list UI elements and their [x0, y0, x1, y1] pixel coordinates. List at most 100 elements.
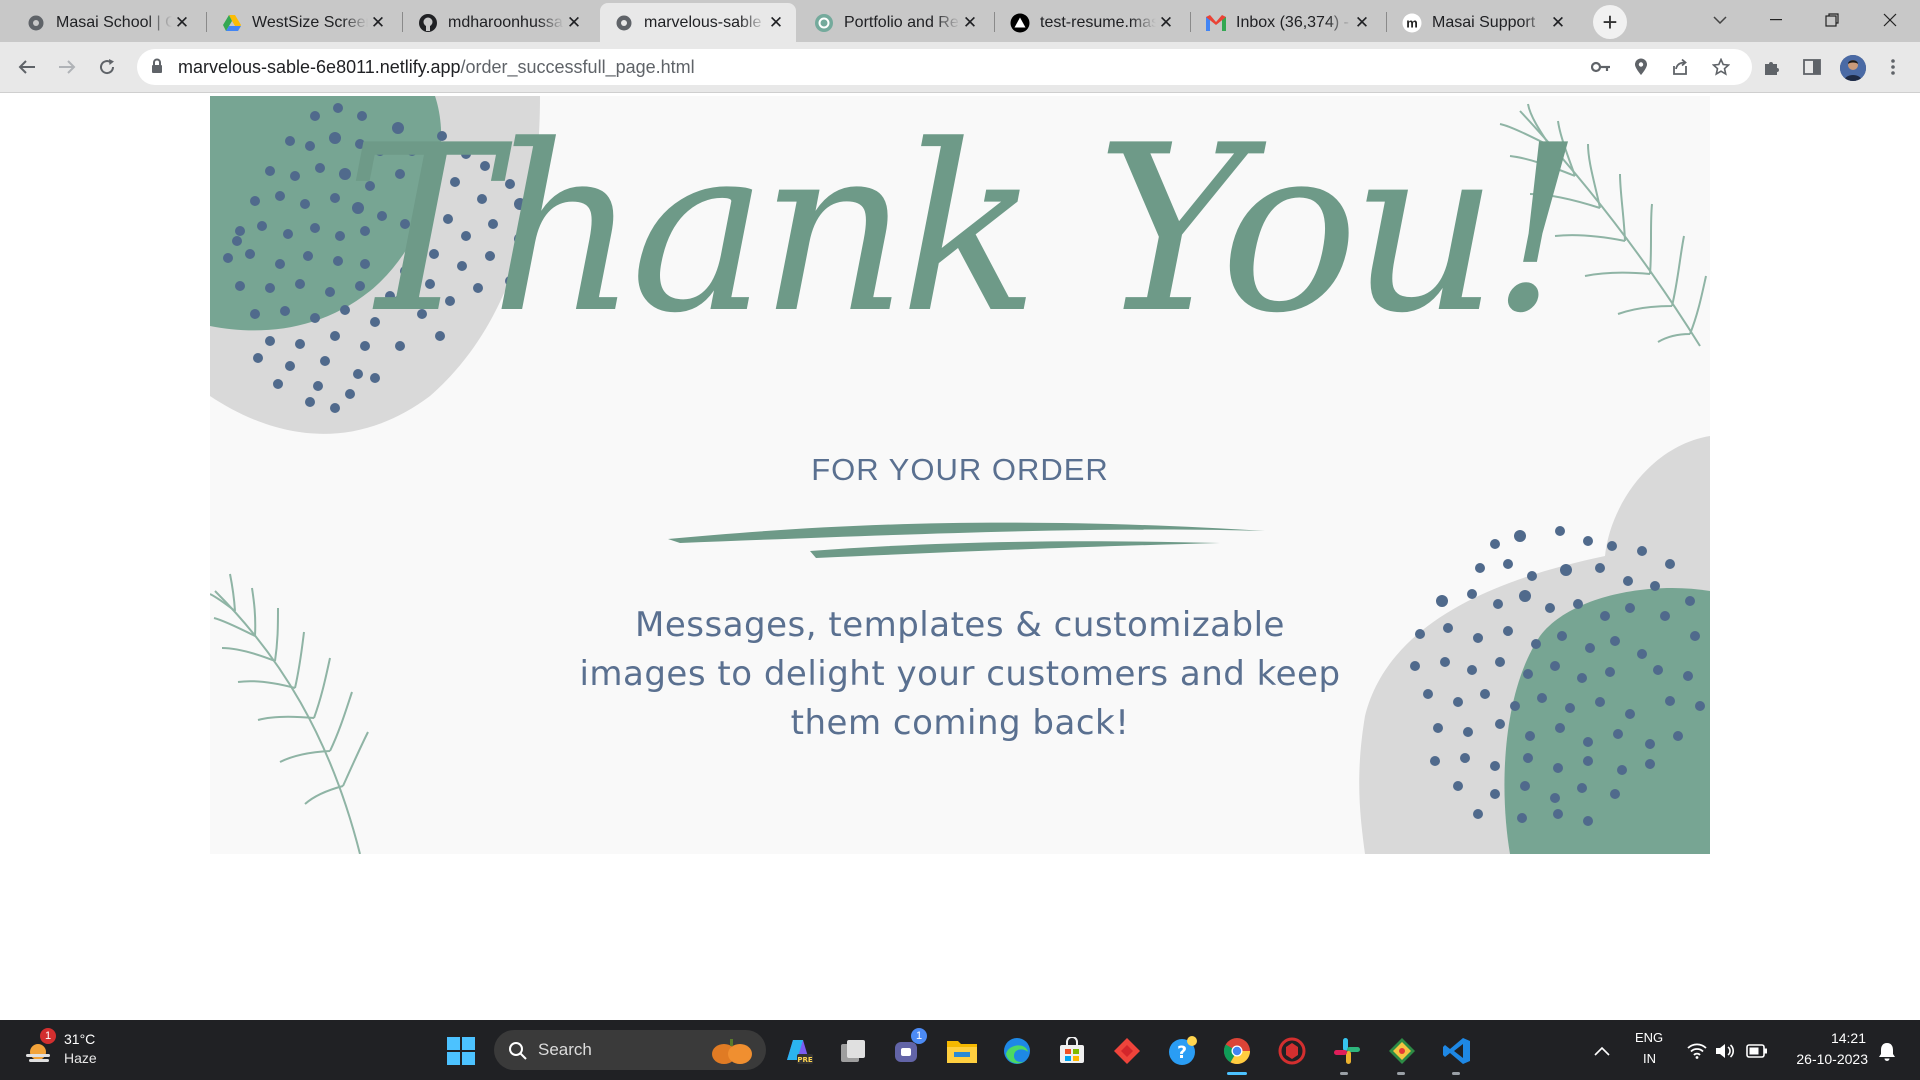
forward-button[interactable]: [50, 50, 84, 84]
tab-separator: [994, 12, 995, 32]
close-tab-icon[interactable]: ✕: [1548, 13, 1568, 33]
chrome-menu-icon[interactable]: [1876, 50, 1910, 84]
vscode-icon[interactable]: [1440, 1034, 1474, 1068]
thank-you-message: Messages, templates & customizable image…: [579, 605, 1341, 743]
back-arrow-icon: [18, 60, 35, 74]
tab-github[interactable]: mdharoonhussain ✕: [404, 3, 594, 42]
anydesk-icon[interactable]: [1110, 1034, 1144, 1068]
battery-icon[interactable]: [1740, 1034, 1774, 1068]
url-text[interactable]: marvelous-sable-6e8011.netlify.app/order…: [178, 57, 695, 78]
chatgpt-icon: [814, 13, 834, 33]
chrome-taskbar-icon[interactable]: [1220, 1034, 1254, 1068]
tab-strip: Masai School | Course ✕ WestSize Screens…: [0, 0, 1920, 42]
brush-stroke-divider: [668, 522, 1265, 558]
globe-icon: [614, 13, 634, 33]
extensions-puzzle-icon[interactable]: [1755, 50, 1789, 84]
microsoft-store-icon[interactable]: [1055, 1034, 1089, 1068]
active-app-indicator: [1227, 1072, 1247, 1075]
gmail-icon: [1206, 13, 1226, 33]
git-kraken-icon[interactable]: [1385, 1034, 1419, 1068]
antivirus-icon[interactable]: [1275, 1034, 1309, 1068]
open-app-indicator: [1452, 1072, 1460, 1075]
globe-icon: [26, 13, 46, 33]
page-viewport: Thank You! FOR YOUR ORDER Messages, temp…: [0, 93, 1920, 1020]
back-button[interactable]: [10, 50, 44, 84]
tab-gmail[interactable]: Inbox (36,374) - Gmail ✕: [1192, 3, 1382, 42]
taskbar-search-box[interactable]: Search: [494, 1030, 766, 1070]
windows-taskbar: 1 31°C Haze Search PRE 1 ? ENG IN 14:21 …: [0, 1020, 1920, 1080]
leaf-branch-bottom-left: [210, 573, 369, 854]
tab-title: test-resume.masai: [1040, 13, 1156, 31]
lock-icon[interactable]: [151, 58, 163, 79]
notification-bell-icon[interactable]: [1870, 1034, 1904, 1068]
password-key-icon[interactable]: [1589, 55, 1613, 79]
weather-description: Haze: [64, 1050, 97, 1066]
svg-text:?: ?: [1177, 1043, 1187, 1063]
minimize-button[interactable]: [1748, 0, 1804, 40]
thank-you-heading: Thank You!: [344, 97, 1583, 364]
tab-title: Inbox (36,374) - Gmail: [1236, 13, 1352, 31]
close-window-button[interactable]: [1862, 0, 1918, 40]
teams-chat-icon[interactable]: 1: [891, 1028, 927, 1068]
tab-masai-support[interactable]: m Masai Support ✕: [1388, 3, 1578, 42]
close-tab-icon[interactable]: ✕: [172, 13, 192, 33]
tab-separator: [1190, 12, 1191, 32]
clock-date[interactable]: 26-10-2023: [1784, 1051, 1868, 1067]
close-tab-icon[interactable]: ✕: [1156, 13, 1176, 33]
help-tips-icon[interactable]: ?: [1165, 1034, 1199, 1068]
input-region: IN: [1643, 1051, 1656, 1066]
clock-time[interactable]: 14:21: [1830, 1030, 1866, 1046]
file-explorer-icon[interactable]: [945, 1034, 979, 1068]
address-bar[interactable]: marvelous-sable-6e8011.netlify.app/order…: [137, 49, 1752, 85]
tab-title: Portfolio and Resume: [844, 13, 960, 31]
tab-separator: [206, 12, 207, 32]
location-pin-icon[interactable]: [1629, 55, 1653, 79]
close-tab-icon[interactable]: ✕: [564, 13, 584, 33]
close-tab-icon[interactable]: ✕: [960, 13, 980, 33]
open-app-indicator: [1397, 1072, 1405, 1075]
tab-marvelous-sable[interactable]: marvelous-sable ✕: [600, 3, 796, 42]
tab-test-resume[interactable]: test-resume.masai ✕: [996, 3, 1186, 42]
tab-title: mdharoonhussain: [448, 13, 564, 31]
tab-masai-school[interactable]: Masai School | Course ✕: [12, 3, 202, 42]
reload-button[interactable]: [90, 50, 124, 84]
url-path: /order_successfull_page.html: [460, 57, 695, 77]
profile-avatar[interactable]: [1840, 55, 1866, 81]
restore-button[interactable]: [1804, 0, 1860, 40]
tab-separator: [402, 12, 403, 32]
forward-arrow-icon: [59, 60, 76, 74]
slack-icon[interactable]: [1330, 1034, 1364, 1068]
volume-icon[interactable]: [1708, 1034, 1742, 1068]
tab-title: Masai Support: [1432, 13, 1536, 31]
input-language[interactable]: ENG: [1635, 1030, 1663, 1045]
search-label: Search: [538, 1040, 592, 1059]
weather-badge: 1: [40, 1028, 56, 1044]
google-drive-icon: [222, 13, 242, 33]
search-icon: [509, 1042, 527, 1060]
copilot-preview-icon[interactable]: PRE: [781, 1034, 815, 1068]
tab-search-chevron-icon[interactable]: [1692, 0, 1748, 40]
bookmark-star-icon[interactable]: [1709, 55, 1733, 79]
task-view-icon[interactable]: [836, 1034, 870, 1068]
teams-badge: 1: [911, 1028, 927, 1044]
windows-start-icon[interactable]: [444, 1034, 478, 1068]
close-tab-icon[interactable]: ✕: [1352, 13, 1372, 33]
share-icon[interactable]: [1668, 55, 1692, 79]
svg-text:m: m: [1406, 15, 1418, 30]
thank-you-card: Thank You! FOR YOUR ORDER Messages, temp…: [210, 96, 1710, 854]
github-icon: [418, 13, 438, 33]
edge-browser-icon[interactable]: [1000, 1034, 1034, 1068]
show-hidden-icons-chevron-icon[interactable]: [1585, 1034, 1619, 1068]
close-tab-icon[interactable]: ✕: [766, 13, 786, 33]
tab-portfolio[interactable]: Portfolio and Resume ✕: [800, 3, 990, 42]
browser-toolbar: marvelous-sable-6e8011.netlify.app/order…: [0, 42, 1920, 93]
weather-widget[interactable]: 1: [22, 1028, 58, 1068]
tab-title: WestSize Screenshots: [252, 13, 368, 31]
tab-title: Masai School | Course: [56, 13, 172, 31]
masai-m-icon: m: [1402, 13, 1422, 33]
vercel-icon: [1010, 13, 1030, 33]
close-tab-icon[interactable]: ✕: [368, 13, 388, 33]
tab-westsize[interactable]: WestSize Screenshots ✕: [208, 3, 398, 42]
new-tab-button[interactable]: +: [1593, 5, 1627, 39]
side-panel-icon[interactable]: [1795, 50, 1829, 84]
